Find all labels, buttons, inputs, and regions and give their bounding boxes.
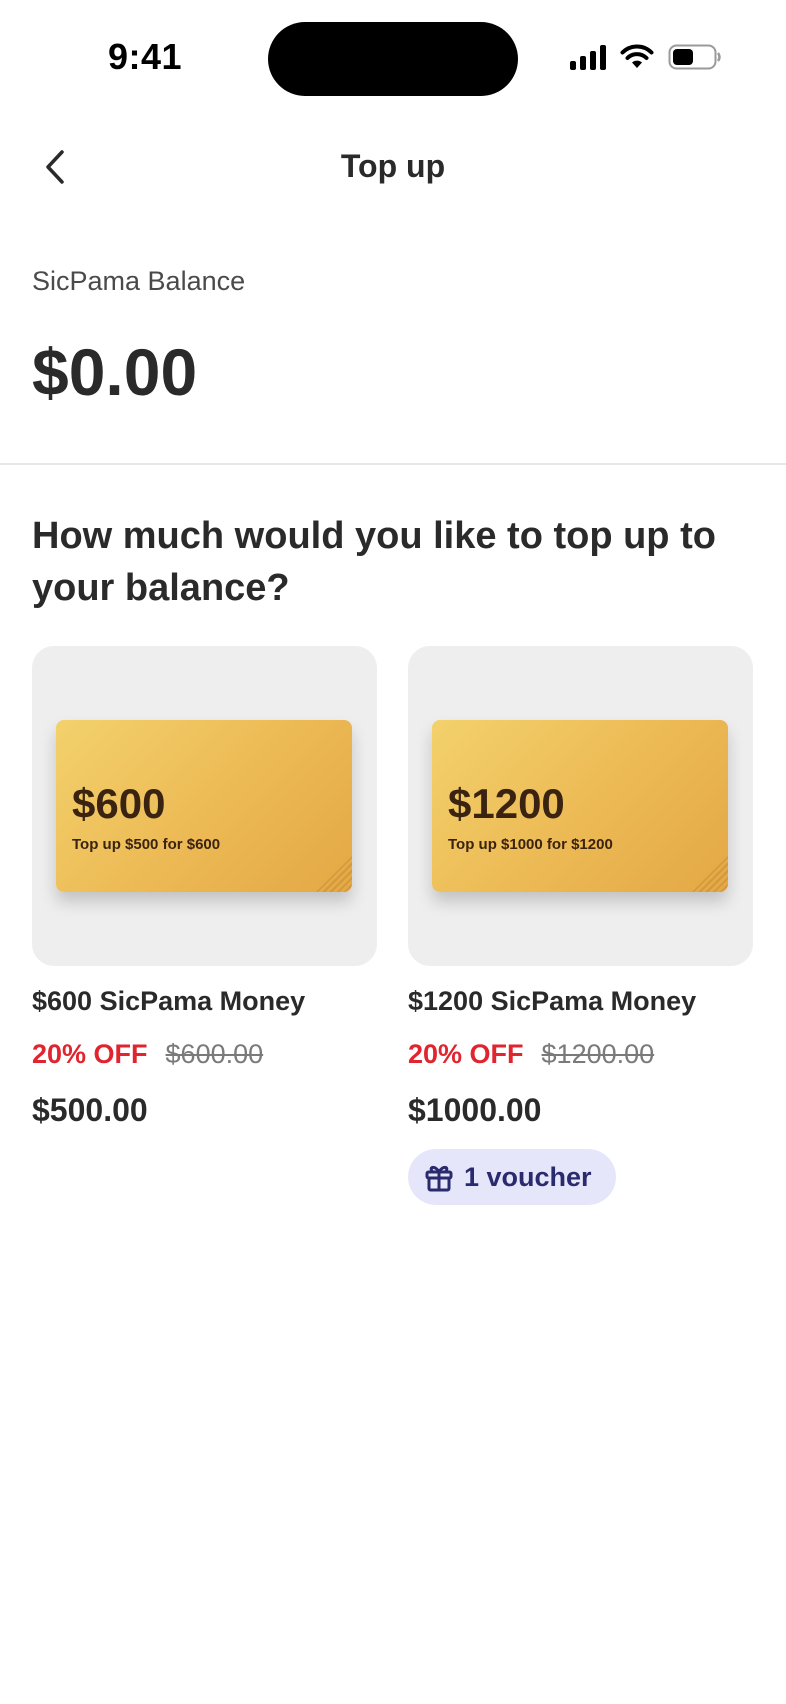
section-divider xyxy=(0,463,786,465)
discount-label: 20% OFF xyxy=(32,1039,148,1069)
voucher-badge[interactable]: 1 voucher xyxy=(408,1149,616,1205)
gift-card-image: $1200 Top up $1000 for $1200 xyxy=(432,720,728,892)
product-thumbnail[interactable]: $600 Top up $500 for $600 xyxy=(32,646,377,966)
nav-bar: Top up xyxy=(0,118,786,218)
battery-icon xyxy=(668,44,721,70)
original-price: $1200.00 xyxy=(541,1039,655,1069)
price-row: 20% OFF $1200.00 xyxy=(408,1039,753,1070)
top-up-question: How much would you like to top up to you… xyxy=(32,515,716,609)
card-subtitle: Top up $500 for $600 xyxy=(72,836,221,853)
cellular-signal-icon xyxy=(570,44,606,70)
product-name: $1200 SicPama Money xyxy=(408,986,697,1016)
page-title: Top up xyxy=(340,148,446,184)
wifi-icon xyxy=(620,44,654,68)
original-price: $600.00 xyxy=(165,1039,264,1069)
sale-price: $500.00 xyxy=(32,1092,148,1128)
top-up-option-600[interactable]: $600 Top up $500 for $600 $600 SicPama M… xyxy=(32,646,377,1129)
price-row: 20% OFF $600.00 xyxy=(32,1039,377,1070)
balance-value: $0.00 xyxy=(32,335,198,409)
discount-label: 20% OFF xyxy=(408,1039,524,1069)
voucher-label: 1 voucher xyxy=(464,1161,592,1192)
card-subtitle: Top up $1000 for $1200 xyxy=(448,836,613,853)
card-amount: $1200 xyxy=(448,780,565,827)
product-name: $600 SicPama Money xyxy=(32,986,306,1016)
sale-price: $1000.00 xyxy=(408,1092,542,1128)
status-icons xyxy=(570,44,722,70)
status-bar: 9:41 xyxy=(0,0,786,118)
product-thumbnail[interactable]: $1200 Top up $1000 for $1200 xyxy=(408,646,753,966)
card-corner-decoration xyxy=(692,856,728,892)
gift-card-image: $600 Top up $500 for $600 xyxy=(56,720,352,892)
gift-icon xyxy=(425,1165,453,1192)
card-amount: $600 xyxy=(72,780,166,827)
card-corner-decoration xyxy=(316,856,352,892)
top-up-option-1200[interactable]: $1200 Top up $1000 for $1200 $1200 SicPa… xyxy=(408,646,753,1205)
status-time: 9:41 xyxy=(108,36,183,77)
balance-label: SicPama Balance xyxy=(32,266,246,296)
dynamic-island xyxy=(268,22,518,96)
